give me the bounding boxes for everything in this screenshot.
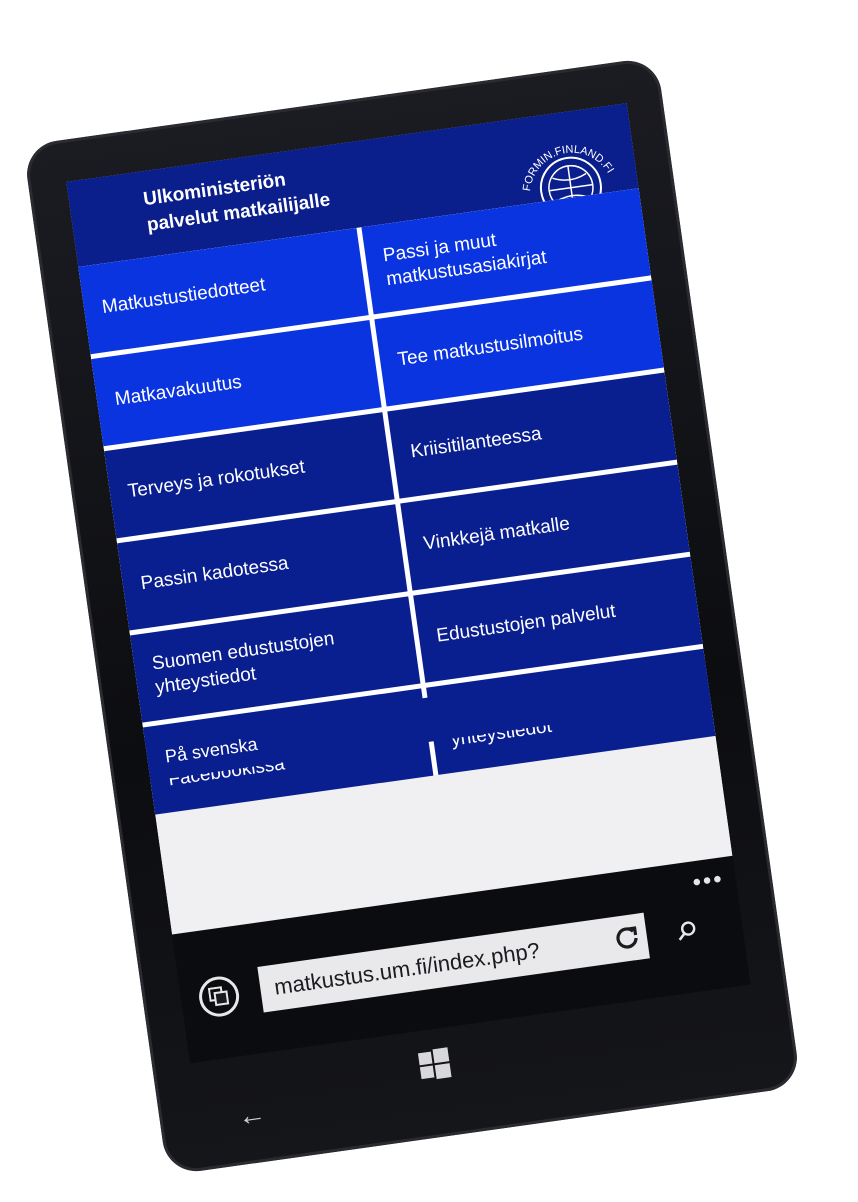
menu-tile-label: Edustustojen palvelut bbox=[435, 600, 617, 649]
menu-tile-label-line: Terveys ja rokotukset bbox=[126, 456, 307, 503]
windows-start-icon[interactable] bbox=[415, 1045, 453, 1083]
menu-tile-label-line: Matkavakuutus bbox=[113, 371, 244, 411]
globe-logo-icon: FORMIN.FINLAND.FI bbox=[516, 138, 618, 206]
menu-tile-label: Kriisitilanteessa bbox=[409, 422, 543, 464]
menu-tile-label: Terveys ja rokotukset bbox=[126, 456, 306, 505]
menu-tile-label-line: Edustustojen palvelut bbox=[435, 600, 617, 647]
web-page: Ulkoministeriön palvelut matkailijalle F… bbox=[66, 103, 733, 935]
menu-tile-label-line: Vinkkejä matkalle bbox=[422, 513, 572, 555]
phone-device: Ulkoministeriön palvelut matkailijalle F… bbox=[22, 56, 802, 1176]
menu-tile-label: Passi ja muut matkustusasiakirjat bbox=[382, 222, 549, 292]
menu-tile-label: Suomen edustustojen yhteystiedot bbox=[151, 627, 340, 700]
back-icon[interactable]: ← bbox=[236, 1097, 268, 1133]
menu-tile-label-line: Passin kadotessa bbox=[139, 552, 290, 595]
phone-screen: Ulkoministeriön palvelut matkailijalle F… bbox=[66, 103, 751, 1064]
menu-tile-label: Matkustustiedotteet bbox=[100, 273, 267, 320]
menu-tile-label-line: Kriisitilanteessa bbox=[409, 423, 543, 463]
menu-tile-label: Matkavakuutus bbox=[113, 371, 243, 413]
menu-tile-label-line: Matkustustiedotteet bbox=[100, 274, 267, 319]
menu-tile-label-line: Tee matkustusilmoitus bbox=[396, 323, 585, 371]
more-options-icon[interactable]: ••• bbox=[691, 865, 726, 897]
menu-tile-label: Tee matkustusilmoitus bbox=[396, 323, 584, 373]
menu-tile-label: Vinkkejä matkalle bbox=[422, 512, 571, 556]
menu-tile-label: Passin kadotessa bbox=[139, 552, 290, 596]
